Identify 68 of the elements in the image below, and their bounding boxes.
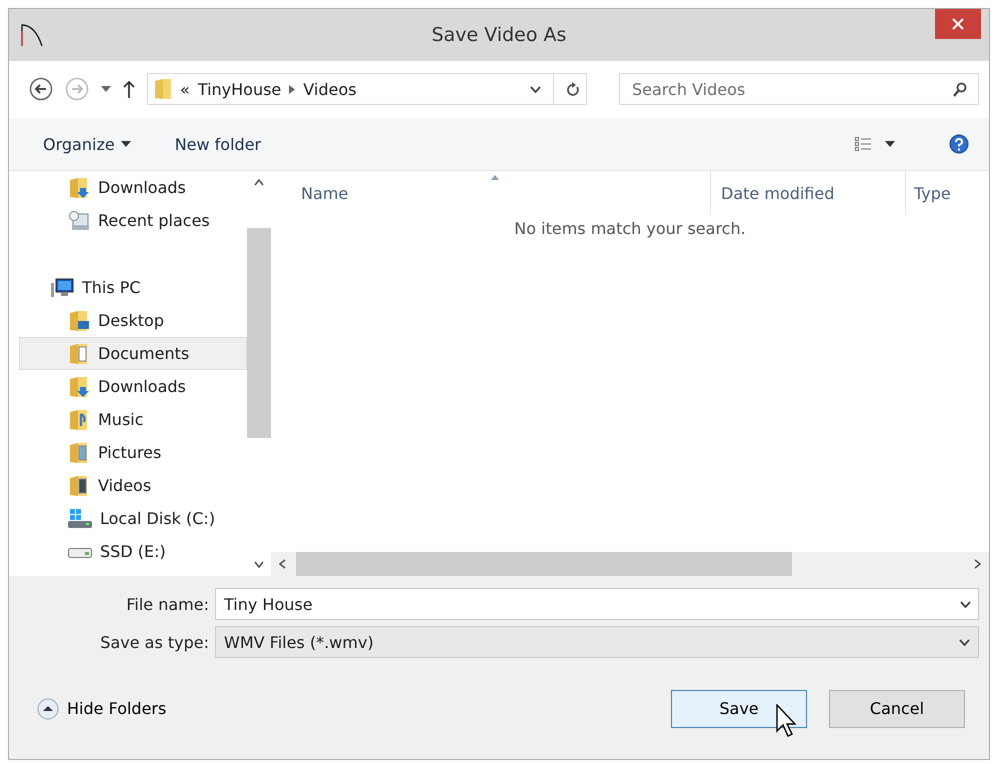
nav-item[interactable]: Desktop [19, 304, 247, 337]
view-dropdown-icon[interactable] [885, 141, 895, 147]
overflow-chevron[interactable]: « [180, 80, 190, 98]
app-icon [21, 23, 43, 47]
file-type-label: Save as type: [99, 632, 210, 652]
scroll-down-icon[interactable] [254, 561, 264, 568]
scroll-right-icon[interactable] [974, 559, 981, 569]
chevron-down-icon[interactable] [530, 86, 541, 92]
pointer-cursor-icon [776, 704, 798, 738]
nav-item[interactable]: Recent places [19, 204, 247, 237]
nav-item[interactable]: Downloads [19, 370, 247, 403]
dropdown-icon[interactable] [101, 86, 111, 92]
caret-icon [120, 141, 131, 147]
sort-icon [491, 175, 499, 180]
refresh-icon[interactable] [566, 81, 580, 97]
hide-folders-button[interactable]: Hide Folders [37, 698, 166, 720]
back-icon[interactable] [29, 77, 53, 101]
up-arrow-icon[interactable] [123, 80, 135, 98]
nav-item[interactable]: Local Disk (C:) [19, 502, 247, 535]
nav-item[interactable]: This PC [19, 271, 247, 304]
folder-icon [68, 376, 90, 398]
breadcrumb-link[interactable]: TinyHouse [198, 80, 282, 98]
scrollbar-thumb[interactable] [296, 552, 792, 576]
disk-icon [68, 508, 92, 528]
search-field[interactable]: Search Videos [619, 73, 979, 105]
column-header[interactable]: Date modified [711, 171, 906, 215]
column-header[interactable]: Type [906, 171, 989, 215]
close-icon [952, 18, 964, 30]
new-folder-button[interactable]: New folder [168, 130, 268, 158]
nav-item[interactable]: Documents [19, 337, 247, 370]
recent-places-icon [68, 210, 90, 230]
empty-message: No items match your search. [514, 219, 746, 240]
organize-menu-button[interactable]: Organize [37, 130, 137, 158]
address-bar[interactable]: « TinyHouse Videos [147, 73, 587, 105]
folder-icon [68, 474, 90, 496]
computer-icon [50, 278, 74, 298]
chevron-down-icon [959, 638, 970, 646]
column-header[interactable]: Name [271, 171, 711, 215]
folder-icon [68, 176, 90, 198]
file-type-dropdown[interactable]: WMV Files (*.wmv) [215, 626, 979, 658]
chevron-down-icon[interactable] [960, 601, 971, 608]
nav-item[interactable]: Pictures [19, 436, 247, 469]
scrollbar-thumb[interactable] [247, 228, 271, 438]
save-button[interactable]: Save [671, 690, 807, 728]
folder-icon [68, 442, 90, 464]
nav-item[interactable]: Downloads [19, 171, 247, 204]
breadcrumb-link[interactable]: Videos [303, 80, 356, 98]
file-name-label: File name: [125, 594, 210, 614]
help-icon[interactable] [949, 134, 969, 154]
folder-icon [68, 408, 90, 430]
file-name-field[interactable]: Tiny House [215, 588, 979, 620]
folder-icon [154, 78, 172, 100]
scroll-up-icon[interactable] [254, 179, 264, 186]
collapse-icon [37, 698, 59, 720]
search-icon[interactable] [953, 82, 967, 97]
view-list-icon[interactable] [855, 137, 871, 151]
close-button[interactable] [935, 9, 981, 39]
folder-icon [68, 310, 90, 332]
nav-item[interactable]: Videos [19, 469, 247, 502]
horizontal-scrollbar[interactable] [271, 552, 989, 576]
chevron-icon[interactable] [289, 84, 296, 94]
drive-icon [68, 546, 92, 558]
nav-item[interactable]: Music [19, 403, 247, 436]
cancel-button[interactable]: Cancel [829, 690, 965, 728]
window-title: Save Video As [432, 24, 566, 46]
scroll-left-icon[interactable] [279, 559, 286, 569]
nav-item[interactable]: SSD (E:) [19, 535, 247, 568]
folder-icon [68, 342, 90, 364]
